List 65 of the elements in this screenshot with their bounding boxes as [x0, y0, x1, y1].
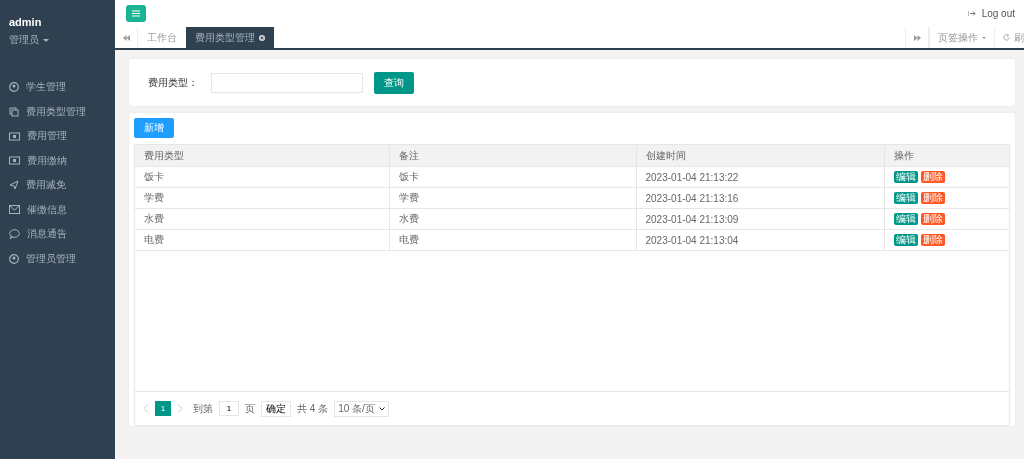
table-cell: 电费: [389, 229, 636, 251]
column-header: 操作: [884, 145, 1009, 167]
table-cell: 水费: [389, 208, 636, 230]
confirm-button[interactable]: 确定: [261, 400, 291, 417]
menu-button[interactable]: [126, 5, 146, 22]
table-cell: 2023-01-04 21:13:16: [636, 187, 884, 209]
table-cell: 饭卡: [389, 166, 636, 188]
tab-options-menu[interactable]: 页签操作: [929, 27, 994, 48]
table-cell: 学费: [135, 187, 389, 209]
double-right-icon: [913, 34, 921, 41]
goto-label: 到第: [193, 401, 213, 416]
sidebar-item[interactable]: 学生管理: [0, 75, 115, 100]
input-field[interactable]: [211, 72, 363, 93]
column-header: 费用类型: [135, 145, 389, 167]
page-input[interactable]: 1: [219, 401, 239, 416]
refresh-button[interactable]: 刷: [994, 27, 1024, 48]
card-icon: [9, 156, 20, 166]
page-size-select[interactable]: 10 条/页: [334, 400, 389, 417]
tab[interactable]: 费用类型管理: [186, 27, 274, 48]
edit-button[interactable]: 编辑: [893, 234, 918, 246]
tab[interactable]: 工作台: [138, 27, 186, 48]
edit-button[interactable]: 编辑: [893, 192, 918, 204]
sidebar-item[interactable]: 费用管理: [0, 124, 115, 149]
sidebar-item[interactable]: 管理员管理: [0, 246, 115, 271]
card-icon: [9, 131, 20, 141]
user-name: admin: [9, 16, 42, 28]
column-header: 创建时间: [636, 145, 884, 167]
delete-button[interactable]: 删除: [920, 234, 945, 246]
sidebar-item[interactable]: 费用缴纳: [0, 148, 115, 173]
delete-button[interactable]: 删除: [920, 192, 945, 204]
copy-icon: [9, 106, 19, 117]
role-menu[interactable]: 管理员: [9, 33, 39, 47]
search-button[interactable]: 查询: [374, 71, 414, 94]
table-cell: 饭卡: [135, 166, 389, 188]
field-label: 费用类型：: [148, 75, 198, 90]
edit-button[interactable]: 编辑: [893, 213, 918, 225]
add-button[interactable]: 新增: [134, 118, 174, 138]
sidebar-item[interactable]: 催缴信息: [0, 197, 115, 222]
send-icon: [9, 180, 19, 191]
sidebar-item[interactable]: 费用减免: [0, 173, 115, 198]
double-left-icon: [122, 34, 130, 41]
mail-icon: [9, 205, 20, 215]
close-icon[interactable]: [259, 34, 265, 41]
total-count: 共 4 条: [297, 401, 329, 416]
delete-button[interactable]: 删除: [920, 213, 945, 225]
table-cell: 学费: [389, 187, 636, 209]
refresh-icon: [1003, 34, 1010, 41]
edit-button[interactable]: 编辑: [893, 171, 918, 183]
logout-link[interactable]: Log out: [967, 8, 1015, 19]
dropdown-icon: [378, 406, 385, 411]
logout-icon: [967, 10, 976, 17]
chat-icon: [9, 229, 20, 240]
table-cell: 电费: [135, 229, 389, 251]
table-cell: 2023-01-04 21:13:09: [636, 208, 884, 230]
column-header: 备注: [389, 145, 636, 167]
sidebar-item[interactable]: 消息通告: [0, 222, 115, 247]
menu-icon: [132, 10, 140, 17]
scroll-right-button[interactable]: [905, 27, 929, 48]
table-cell: 水费: [135, 208, 389, 230]
page-unit-label: 页: [245, 401, 255, 416]
page-button[interactable]: 1: [155, 401, 171, 416]
table-cell: 2023-01-04 21:13:22: [636, 166, 884, 188]
sidebar-item[interactable]: 费用类型管理: [0, 99, 115, 124]
delete-button[interactable]: 删除: [920, 171, 945, 183]
table-cell: 2023-01-04 21:13:04: [636, 229, 884, 251]
